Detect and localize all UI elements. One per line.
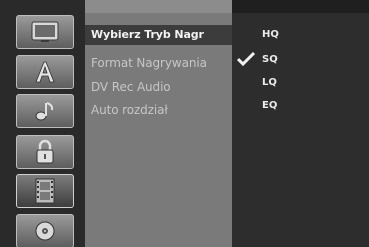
option-hq[interactable]: HQ bbox=[262, 28, 279, 42]
option-eq[interactable]: EQ bbox=[262, 99, 277, 113]
checkmark-icon bbox=[237, 52, 255, 66]
tv-category-button[interactable] bbox=[16, 15, 74, 49]
lock-category-button[interactable] bbox=[16, 135, 74, 169]
disc-icon bbox=[35, 221, 55, 241]
audio-category-button[interactable] bbox=[16, 94, 74, 128]
category-rail bbox=[0, 0, 85, 247]
menu-item-auto-chapter[interactable]: Auto rozdział bbox=[91, 102, 168, 118]
recording-category-button[interactable] bbox=[16, 174, 74, 208]
disc-category-button[interactable] bbox=[16, 214, 74, 247]
letter-a-icon bbox=[35, 61, 55, 83]
menu-panel: Wybierz Tryb Nagr Format Nagrywania DV R… bbox=[85, 0, 232, 247]
padlock-icon bbox=[36, 139, 54, 164]
music-note-icon bbox=[35, 102, 54, 121]
option-sq[interactable]: SQ bbox=[262, 53, 278, 67]
setup-menu-screen: Wybierz Tryb Nagr Format Nagrywania DV R… bbox=[0, 0, 369, 247]
language-category-button[interactable] bbox=[16, 55, 74, 89]
menu-item-record-mode[interactable]: Wybierz Tryb Nagr bbox=[85, 25, 232, 45]
menu-item-dv-rec-audio[interactable]: DV Rec Audio bbox=[91, 79, 171, 95]
menu-item-record-format[interactable]: Format Nagrywania bbox=[91, 55, 207, 71]
options-panel: HQ SQ LQ EQ bbox=[232, 13, 369, 247]
option-lq[interactable]: LQ bbox=[262, 76, 277, 90]
tv-icon bbox=[31, 21, 59, 42]
film-strip-icon bbox=[35, 178, 55, 204]
